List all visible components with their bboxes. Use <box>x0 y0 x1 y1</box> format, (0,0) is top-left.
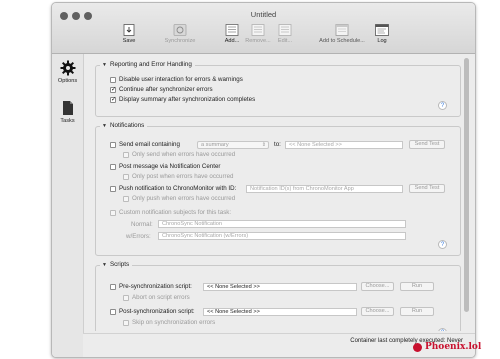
vertical-scrollbar[interactable] <box>461 56 473 333</box>
display-summary-label: Display summary after synchronization co… <box>119 96 256 103</box>
abort-errors-label: Abort on script errors <box>132 294 190 301</box>
add-button[interactable]: Add... <box>222 24 242 44</box>
chevron-updown-icon: ⇕ <box>261 142 266 148</box>
disable-interaction-checkbox[interactable] <box>110 77 116 83</box>
watermark-logo-icon <box>413 343 422 352</box>
reporting-section-header[interactable]: ▼ Reporting and Error Handling <box>100 61 195 68</box>
sidebar: Options Tasks <box>52 54 84 357</box>
app-window: Untitled Save Synchronize Add... Remove.… <box>51 2 476 358</box>
display-summary-checkbox[interactable] <box>110 96 116 104</box>
post-sync-choose-button[interactable]: Choose... <box>361 307 394 316</box>
errors-subject-field[interactable]: ChronoSync Notification (w/Errors) <box>158 232 406 240</box>
skip-errors-label: Skip on synchronization errors <box>132 319 216 326</box>
window-title: Untitled <box>250 10 277 19</box>
watermark: Phoenix.lol <box>425 342 482 352</box>
document-icon <box>62 101 73 115</box>
custom-subjects-label: Custom notification subjects for this ta… <box>119 209 232 216</box>
normal-subject-field[interactable]: ChronoSync Notification <box>158 220 406 228</box>
help-button[interactable]: ? <box>438 328 447 331</box>
only-push-errors-checkbox[interactable] <box>123 196 129 202</box>
save-button[interactable]: Save <box>119 24 139 44</box>
save-icon <box>121 24 137 36</box>
pre-sync-script-checkbox[interactable] <box>110 284 116 290</box>
normal-subject-label: Normal: <box>131 221 153 228</box>
only-post-errors-label: Only post when errors have occurred <box>132 173 234 180</box>
edit-button[interactable]: Edit... <box>275 24 295 44</box>
only-send-errors-checkbox[interactable] <box>123 152 129 158</box>
options-content: ▼ Reporting and Error Handling Disable us… <box>95 59 465 331</box>
chronomonitor-id-field[interactable]: Notification ID(s) from ChronoMonitor Ap… <box>246 185 403 193</box>
disable-interaction-label: Disable user interaction for errors & wa… <box>119 76 243 83</box>
email-recipient-field[interactable]: << None Selected >> <box>285 141 403 149</box>
push-notification-checkbox[interactable] <box>110 186 116 192</box>
disclosure-triangle-icon: ▼ <box>102 262 107 268</box>
title-bar: Untitled Save Synchronize Add... Remove.… <box>52 3 475 54</box>
pre-sync-script-label: Pre-synchronization script: <box>119 283 192 290</box>
disclosure-triangle-icon: ▼ <box>102 123 107 129</box>
only-send-errors-label: Only send when errors have occurred <box>132 151 236 158</box>
add-icon <box>224 24 240 36</box>
send-email-label: Send email containing <box>119 141 180 148</box>
post-message-checkbox[interactable] <box>110 164 116 170</box>
scripts-section-header[interactable]: ▼ Scripts <box>100 261 133 268</box>
post-sync-run-button[interactable]: Run <box>400 307 434 316</box>
post-sync-script-field[interactable]: << None Selected >> <box>203 308 357 316</box>
email-content-select[interactable]: a summary ⇕ <box>197 141 269 149</box>
log-button[interactable]: Log <box>374 24 390 44</box>
calendar-icon <box>334 24 350 36</box>
continue-errors-label: Continue after synchronizer errors <box>119 86 213 93</box>
pre-sync-choose-button[interactable]: Choose... <box>361 282 394 291</box>
post-sync-script-label: Post-synchronization script: <box>119 308 195 315</box>
skip-errors-checkbox[interactable] <box>123 320 129 326</box>
sidebar-item-tasks-label: Tasks <box>60 118 75 124</box>
reporting-section: ▼ Reporting and Error Handling Disable us… <box>95 61 461 117</box>
sidebar-item-options[interactable]: Options <box>52 60 83 84</box>
log-icon <box>374 24 390 36</box>
send-email-checkbox[interactable] <box>110 142 116 148</box>
errors-subject-label: w/Errors: <box>126 233 151 240</box>
only-post-errors-checkbox[interactable] <box>123 174 129 180</box>
post-message-label: Post message via Notification Center <box>119 163 221 170</box>
only-push-errors-label: Only push when errors have occurred <box>132 195 236 202</box>
push-test-button[interactable]: Send Test <box>409 184 445 193</box>
scrollbar-thumb[interactable] <box>464 58 469 312</box>
scripts-section: ▼ Scripts Pre-synchronization script: << … <box>95 261 461 331</box>
notifications-section-header[interactable]: ▼ Notifications <box>100 122 148 129</box>
help-button[interactable]: ? <box>438 101 447 110</box>
help-button[interactable]: ? <box>438 240 447 249</box>
disclosure-triangle-icon: ▼ <box>102 62 107 68</box>
send-email-test-button[interactable]: Send Test <box>409 140 445 149</box>
add-to-schedule-button[interactable]: Add to Schedule... <box>318 24 366 44</box>
custom-subjects-checkbox[interactable] <box>110 210 116 216</box>
pre-sync-script-field[interactable]: << None Selected >> <box>203 283 357 291</box>
to-label: to: <box>274 141 281 148</box>
sidebar-item-tasks[interactable]: Tasks <box>52 100 83 124</box>
synchronize-button[interactable]: Synchronize <box>162 24 198 44</box>
push-notification-label: Push notification to ChronoMonitor with … <box>119 185 237 192</box>
synchronize-icon <box>172 24 188 36</box>
edit-icon <box>277 24 293 36</box>
continue-errors-checkbox[interactable] <box>110 86 116 94</box>
pre-sync-run-button[interactable]: Run <box>400 282 434 291</box>
remove-button[interactable]: Remove... <box>245 24 271 44</box>
remove-icon <box>250 24 266 36</box>
notifications-section: ▼ Notifications Send email containing a s… <box>95 122 461 256</box>
sidebar-item-options-label: Options <box>57 78 78 84</box>
gear-icon <box>60 60 75 76</box>
abort-errors-checkbox[interactable] <box>123 295 129 301</box>
post-sync-script-checkbox[interactable] <box>110 309 116 315</box>
